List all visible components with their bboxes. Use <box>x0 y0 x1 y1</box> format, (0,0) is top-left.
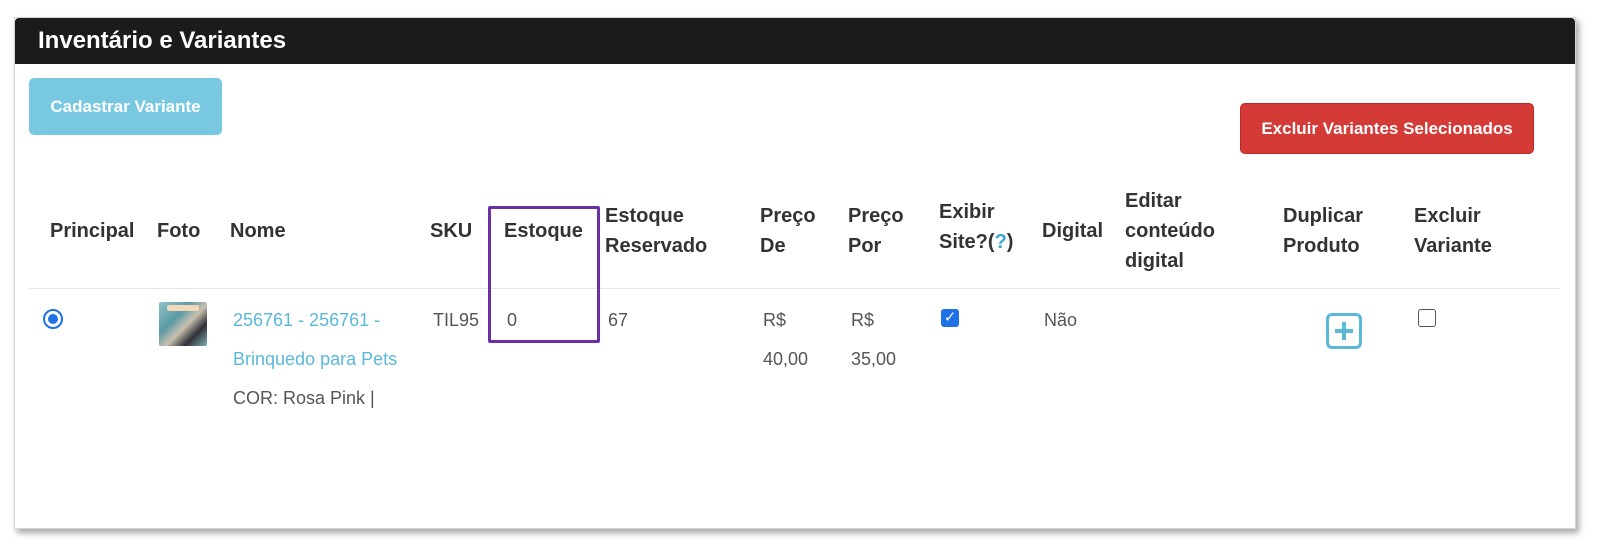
sku-cell: TIL95 <box>433 310 480 330</box>
col-header-exibir-site-line2: Site?(?) <box>939 227 1013 257</box>
col-header-exibir-site-paren: ) <box>1006 231 1014 253</box>
exibir-site-checkbox[interactable]: ✓ <box>941 309 959 327</box>
preco-de-value: 40,00 <box>763 349 809 369</box>
product-thumbnail <box>159 302 207 346</box>
col-header-duplicar-line1: Duplicar <box>1283 205 1364 227</box>
col-header-excluir-line1: Excluir <box>1414 205 1481 227</box>
duplicate-product-icon[interactable] <box>1326 313 1362 349</box>
col-header-preco-por: Preço Por <box>848 201 904 261</box>
col-header-exibir-site-text: Site?( <box>939 231 995 253</box>
principal-radio[interactable] <box>43 309 63 329</box>
variant-name-line1[interactable]: 256761 - 256761 - <box>233 301 397 340</box>
col-header-duplicar-produto: Duplicar Produto <box>1283 201 1363 261</box>
digital-cell: Não <box>1044 310 1078 330</box>
preco-de-cell: R$ 40,00 <box>763 301 808 379</box>
col-header-exibir-site-line1: Exibir <box>939 201 995 223</box>
col-header-duplicar-line2: Produto <box>1283 235 1360 257</box>
col-header-preco-de: Preço De <box>760 201 816 261</box>
inventory-panel: Inventário e Variantes Cadastrar Variant… <box>14 17 1576 529</box>
variant-attributes: COR: Rosa Pink | <box>233 388 375 408</box>
estoque-highlight-box <box>488 206 600 343</box>
col-header-excluir-line2: Variante <box>1414 235 1492 257</box>
col-header-digital: Digital <box>1042 220 1104 242</box>
estoque-reservado-cell: 67 <box>608 310 629 330</box>
panel-title: Inventário e Variantes <box>38 27 287 54</box>
excluir-variante-checkbox[interactable] <box>1418 309 1436 327</box>
delete-selected-variants-button[interactable]: Excluir Variantes Selecionados <box>1240 103 1534 154</box>
col-header-editar-line3: digital <box>1125 250 1184 272</box>
variant-name-link[interactable]: 256761 - 256761 - Brinquedo para Pets <box>233 301 397 379</box>
col-header-sku: SKU <box>430 220 473 242</box>
col-header-nome: Nome <box>230 220 286 242</box>
col-header-foto: Foto <box>157 220 201 242</box>
col-header-preco-de-line2: De <box>760 235 786 257</box>
col-header-estoque-reservado-line1: Estoque <box>605 205 684 227</box>
col-header-excluir-variante: Excluir Variante <box>1414 201 1492 261</box>
preco-por-currency: R$ <box>851 310 875 330</box>
checkmark-icon: ✓ <box>943 309 957 326</box>
panel-header: Inventário e Variantes <box>15 18 1575 64</box>
variant-name-cell: 256761 - 256761 - Brinquedo para Pets CO… <box>233 301 397 418</box>
col-header-principal: Principal <box>50 220 135 242</box>
col-header-editar-line2: conteúdo <box>1125 220 1215 242</box>
table-header-divider <box>29 288 1559 289</box>
col-header-preco-por-line2: Por <box>848 235 882 257</box>
col-header-estoque-reservado-line2: Reservado <box>605 235 708 257</box>
preco-de-currency: R$ <box>763 310 787 330</box>
col-header-editar-conteudo-digital: Editar conteúdo digital <box>1125 186 1215 276</box>
col-header-estoque-reservado: Estoque Reservado <box>605 201 707 261</box>
col-header-preco-por-line1: Preço <box>848 205 904 227</box>
col-header-editar-line1: Editar <box>1125 190 1182 212</box>
col-header-exibir-site: Exibir Site?(?) <box>939 197 1013 257</box>
variant-name-line2[interactable]: Brinquedo para Pets <box>233 340 397 379</box>
add-variant-button[interactable]: Cadastrar Variante <box>29 78 222 135</box>
preco-por-value: 35,00 <box>851 349 897 369</box>
col-header-preco-de-line1: Preço <box>760 205 816 227</box>
help-question-icon[interactable]: ? <box>995 231 1007 253</box>
preco-por-cell: R$ 35,00 <box>851 301 896 379</box>
